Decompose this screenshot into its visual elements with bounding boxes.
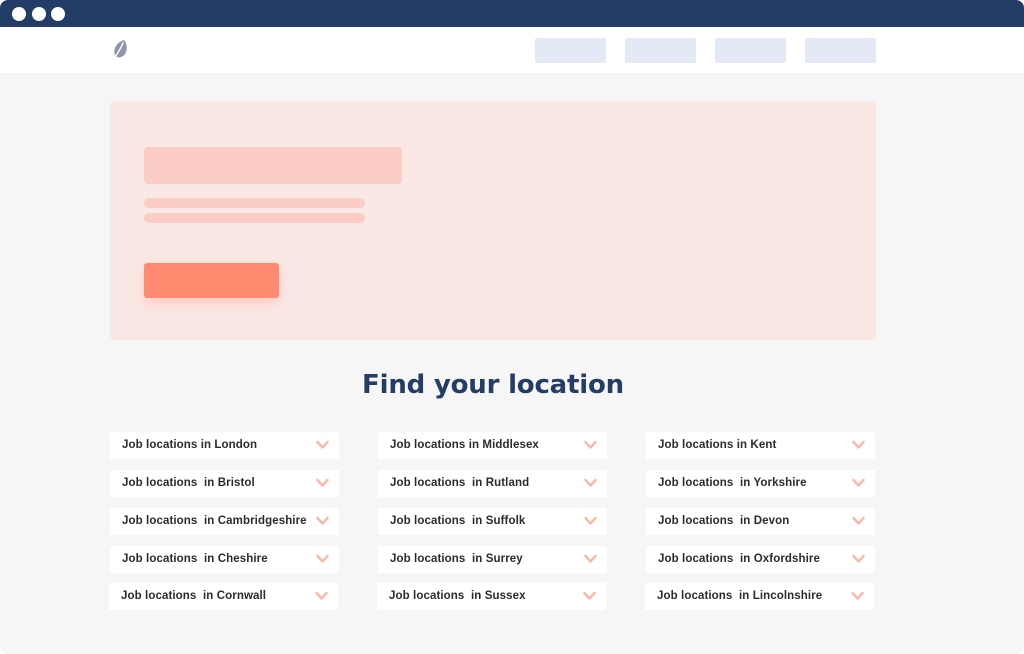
- location-dropdown-label: Job locations in Middlesex: [390, 439, 539, 451]
- window-minimize-dot[interactable]: [32, 7, 46, 21]
- location-dropdown-label: Job locations in Oxfordshire: [658, 553, 821, 565]
- location-dropdown[interactable]: Job locations in Lincolnshire: [645, 583, 874, 610]
- location-dropdown[interactable]: Job locations in Cornwall: [109, 583, 338, 610]
- location-dropdown-label: Job locations in Yorkshire: [658, 477, 807, 489]
- chevron-down-icon[interactable]: [852, 478, 865, 488]
- chevron-down-icon[interactable]: [316, 554, 329, 564]
- nav-link-placeholder-2[interactable]: [625, 38, 696, 63]
- location-dropdown[interactable]: Job locations in Rutland: [378, 470, 607, 497]
- chevron-down-icon[interactable]: [584, 440, 597, 450]
- chevron-down-icon[interactable]: [584, 554, 597, 564]
- location-dropdown[interactable]: Job locations in Bristol: [110, 470, 339, 497]
- chevron-down-icon[interactable]: [851, 591, 864, 601]
- location-dropdown-label: Job locations in Bristol: [122, 477, 255, 489]
- window-maximize-dot[interactable]: [51, 7, 65, 21]
- location-dropdown[interactable]: Job locations in Oxfordshire: [646, 546, 875, 573]
- chevron-down-icon[interactable]: [852, 440, 865, 450]
- browser-window: Find your location Job locations in Lond…: [0, 0, 1024, 654]
- location-dropdown[interactable]: Job locations in Surrey: [378, 546, 607, 573]
- location-dropdown-label: Job locations in Cheshire: [122, 553, 268, 565]
- chevron-down-icon[interactable]: [316, 516, 329, 526]
- leaf-icon[interactable]: [110, 38, 132, 62]
- nav-link-placeholder-4[interactable]: [805, 38, 876, 63]
- window-close-dot[interactable]: [12, 7, 26, 21]
- location-dropdown-label: Job locations in Sussex: [389, 590, 526, 602]
- nav-link-placeholder-1[interactable]: [535, 38, 606, 63]
- location-dropdown-label: Job locations in Rutland: [390, 477, 530, 489]
- window-titlebar: [0, 0, 1024, 27]
- chevron-down-icon[interactable]: [584, 478, 597, 488]
- chevron-down-icon[interactable]: [316, 440, 329, 450]
- location-dropdown-label: Job locations in Cornwall: [121, 590, 267, 602]
- location-dropdown-label: Job locations in London: [122, 439, 258, 451]
- hero-cta-button[interactable]: [144, 263, 279, 298]
- location-dropdown[interactable]: Job locations in Devon: [646, 508, 875, 535]
- hero-banner: [110, 101, 876, 340]
- location-dropdown[interactable]: Job locations in Middlesex: [378, 432, 607, 459]
- location-dropdown[interactable]: Job locations in Cheshire: [110, 546, 339, 573]
- hero-text-line-placeholder-1: [144, 198, 365, 208]
- nav-link-placeholder-3[interactable]: [715, 38, 786, 63]
- location-dropdown[interactable]: Job locations in London: [110, 432, 339, 459]
- location-dropdown-label: Job locations in Surrey: [390, 553, 523, 565]
- location-dropdown[interactable]: Job locations in Cambridgeshire: [110, 508, 339, 535]
- hero-text-line-placeholder-2: [144, 213, 365, 223]
- location-dropdown[interactable]: Job locations in Kent: [646, 432, 875, 459]
- section-title: Find your location: [362, 370, 624, 400]
- location-dropdown[interactable]: Job locations in Yorkshire: [646, 470, 875, 497]
- location-dropdown-label: Job locations in Lincolnshire: [657, 590, 823, 602]
- chevron-down-icon[interactable]: [852, 516, 865, 526]
- chevron-down-icon[interactable]: [583, 591, 596, 601]
- chevron-down-icon[interactable]: [316, 478, 329, 488]
- chevron-down-icon[interactable]: [315, 591, 328, 601]
- location-dropdown-label: Job locations in Kent: [658, 439, 777, 451]
- location-dropdown-label: Job locations in Suffolk: [390, 515, 526, 527]
- location-dropdown[interactable]: Job locations in Suffolk: [378, 508, 607, 535]
- location-dropdown-label: Job locations in Devon: [658, 515, 790, 527]
- hero-title-placeholder: [144, 147, 402, 184]
- site-navbar: [0, 27, 1024, 75]
- location-dropdown-label: Job locations in Cambridgeshire: [122, 515, 307, 527]
- chevron-down-icon[interactable]: [584, 516, 597, 526]
- location-dropdown[interactable]: Job locations in Sussex: [377, 583, 606, 610]
- chevron-down-icon[interactable]: [852, 554, 865, 564]
